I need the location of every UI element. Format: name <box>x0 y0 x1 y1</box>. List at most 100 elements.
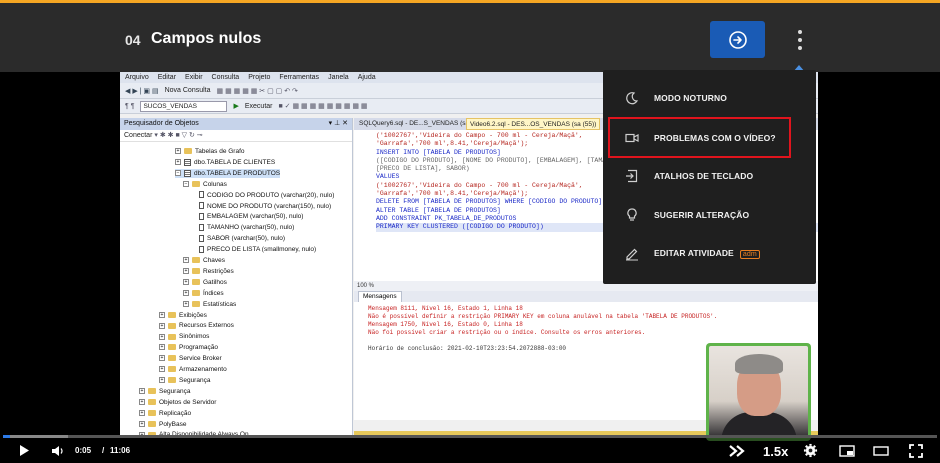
play-button[interactable] <box>15 442 33 459</box>
play-icon <box>20 445 29 456</box>
tree-item-label: Índices <box>203 289 224 297</box>
tree-item-label: Recursos Externos <box>179 322 234 330</box>
expand-icon[interactable]: + <box>183 268 189 275</box>
tree-item-folder[interactable]: + Exibições <box>159 311 207 320</box>
menu-item-keyboard-shortcuts[interactable]: ATALHOS DE TECLADO <box>603 156 816 195</box>
menu-item-video-problems[interactable]: PROBLEMAS COM O VÍDEO? <box>608 117 791 158</box>
double-chevron-right-icon <box>729 444 745 457</box>
volume-icon <box>52 445 63 456</box>
more-options-button[interactable] <box>790 27 810 53</box>
expand-icon[interactable]: + <box>183 279 189 286</box>
expand-icon[interactable]: + <box>159 311 165 318</box>
messages-tab: Mensagens <box>354 291 818 303</box>
tree-item-folder[interactable]: + Objetos de Servidor <box>139 398 216 407</box>
expand-icon[interactable]: + <box>175 159 181 166</box>
column-icon <box>199 213 204 221</box>
theater-mode-button[interactable] <box>871 442 891 459</box>
settings-button[interactable] <box>801 442 819 459</box>
tree-item-folder[interactable]: + Armazenamento <box>159 365 227 374</box>
new-query-label: Nova Consulta <box>164 87 211 94</box>
pin-icon: ▾ ⊥ ✕ <box>328 120 348 127</box>
tree-item-folder[interactable]: + Segurança <box>159 376 210 385</box>
ssms-menu-item: Exibir <box>185 74 203 81</box>
picture-in-picture-button[interactable] <box>837 442 857 459</box>
folder-icon <box>148 409 156 416</box>
expand-icon[interactable]: − <box>175 170 181 177</box>
folder-icon <box>168 311 176 318</box>
toolbar-icons: ■ ✓ ▦ ▦ ▦ ▦ ▦ ▦ ▦ ▦ ▦ <box>278 103 368 110</box>
tree-item-folder[interactable]: + Tabelas de Grafo <box>175 147 245 156</box>
ssms-menu-item: Consulta <box>211 74 240 81</box>
folder-icon <box>168 355 176 362</box>
tree-item-folder[interactable]: + PolyBase <box>139 420 186 429</box>
folder-icon <box>192 300 200 307</box>
toolbar-icons: ▦ ▦ ▦ ▦ ▦ ✂ ▢ ▢ ↶ ↷ <box>216 87 298 95</box>
expand-icon[interactable]: + <box>183 289 189 296</box>
tree-item-column[interactable]: CODIGO DO PRODUTO (varchar(20), nulo) <box>199 191 334 200</box>
tree-item-folder[interactable]: + Replicação <box>139 409 191 418</box>
tree-item-folder[interactable]: + Gatilhos <box>183 278 227 287</box>
menu-item-label: PROBLEMAS COM O VÍDEO? <box>654 132 776 143</box>
tree-item-table[interactable]: + dbo.TABELA DE CLIENTES <box>175 158 275 167</box>
folder-icon <box>168 377 176 384</box>
expand-icon[interactable]: − <box>183 180 189 187</box>
message-line: Não foi possível criar a restrição ou o … <box>368 329 646 336</box>
gear-icon <box>803 443 817 458</box>
ssms-menu-item: Ajuda <box>357 74 376 81</box>
menu-item-night-mode[interactable]: MODO NOTURNO <box>603 78 816 117</box>
instructor-webcam <box>706 343 811 441</box>
tree-item-label: dbo.TABELA DE PRODUTOS <box>194 169 281 177</box>
fullscreen-icon <box>909 443 923 458</box>
column-icon <box>199 234 204 242</box>
expand-icon[interactable]: + <box>159 322 165 329</box>
tree-item-label: Programação <box>179 344 219 352</box>
expand-icon[interactable]: + <box>159 366 165 373</box>
volume-button[interactable] <box>49 442 67 459</box>
expand-icon[interactable]: + <box>139 398 145 405</box>
dot-icon <box>798 38 802 42</box>
playback-speed-button[interactable]: 1.5x <box>763 444 788 459</box>
expand-icon[interactable]: + <box>159 344 165 351</box>
tree-item-table[interactable]: − dbo.TABELA DE PRODUTOS <box>175 168 281 178</box>
expand-icon[interactable]: + <box>175 148 181 155</box>
next-lesson-button[interactable] <box>710 21 765 58</box>
expand-icon[interactable]: + <box>183 257 189 264</box>
folder-icon <box>192 180 200 187</box>
expand-icon[interactable]: + <box>159 377 165 384</box>
instructor-image <box>709 346 808 438</box>
expand-icon[interactable]: + <box>183 300 189 307</box>
tree-item-folder[interactable]: + Service Broker <box>159 354 222 363</box>
tree-item-folder[interactable]: + Índices <box>183 289 224 298</box>
column-icon <box>199 224 204 232</box>
tree-item-folder[interactable]: + Chaves <box>183 256 225 265</box>
tree-item-column[interactable]: NOME DO PRODUTO (varchar(150), nulo) <box>199 202 331 211</box>
tree-item-folder[interactable]: + Estatísticas <box>183 300 236 309</box>
tree-item-column[interactable]: TAMANHO (varchar(50), nulo) <box>199 223 294 232</box>
menu-item-edit-activity[interactable]: EDITAR ATIVIDADE adm <box>603 234 816 273</box>
expand-icon[interactable]: + <box>139 409 145 416</box>
tree-item-column[interactable]: EMBALAGEM (varchar(50), nulo) <box>199 212 303 221</box>
expand-icon[interactable]: + <box>159 355 165 362</box>
menu-item-label: MODO NOTURNO <box>654 92 727 103</box>
tree-item-column[interactable]: SABOR (varchar(50), nulo) <box>199 234 285 243</box>
tree-item-label: Segurança <box>159 387 191 395</box>
menu-item-suggest-change[interactable]: SUGERIR ALTERAÇÃO <box>603 195 816 234</box>
expand-icon[interactable]: + <box>139 420 145 427</box>
tree-item-folder[interactable]: + Segurança <box>139 387 190 396</box>
tree-item-folder[interactable]: + Programação <box>159 343 218 352</box>
skip-forward-button[interactable] <box>727 442 747 459</box>
tree-item-folder[interactable]: + Recursos Externos <box>159 321 234 330</box>
tree-item-folder[interactable]: + Restrições <box>183 267 234 276</box>
tree-item-folder[interactable]: − Colunas <box>183 180 227 189</box>
tree-item-label: Service Broker <box>179 355 222 363</box>
expand-icon[interactable]: + <box>139 388 145 395</box>
tree-item-column[interactable]: PRECO DE LISTA (smallmoney, nulo) <box>199 245 316 254</box>
ssms-menu-item: Arquivo <box>125 74 149 81</box>
message-line: Mensagem 8111, Nível 16, Estado 1, Linha… <box>368 305 523 312</box>
admin-badge: adm <box>739 250 760 259</box>
tree-item-folder[interactable]: + Sinônimos <box>159 332 209 341</box>
execute-label: Executar <box>244 102 273 110</box>
expand-icon[interactable]: + <box>159 333 165 340</box>
fullscreen-button[interactable] <box>906 442 926 459</box>
folder-icon <box>192 257 200 264</box>
